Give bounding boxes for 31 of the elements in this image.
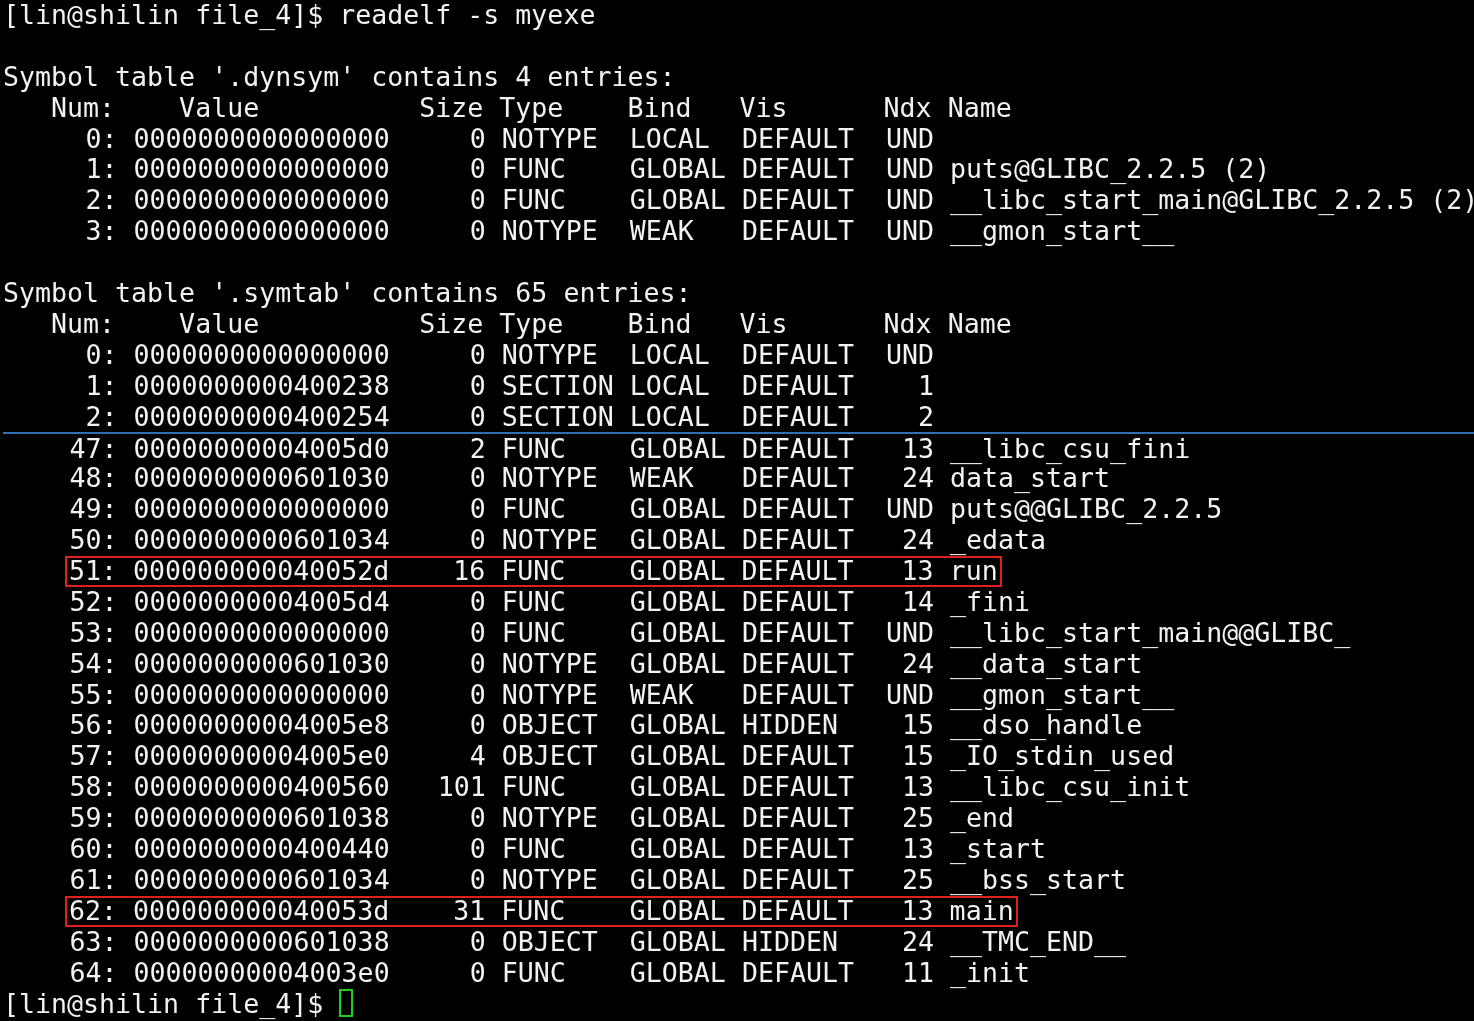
table-row-text: 1: 0000000000000000 0 FUNC GLOBAL DEFAULT UND puts@GLIBC_2.2.5 (2) [84,154,1272,186]
highlighted-row: 51: 000000000040052d 16 FUNC GLOBAL DEFAULT 13 run [64,556,1003,587]
table-row-text: 64: 00000000004003e0 0 FUNC GLOBAL DEFAULT 11 _init [68,957,1031,989]
table-heading: Symbol table '.symtab' contains 65 entries: [3,278,692,309]
table-row-text: 0: 0000000000000000 0 NOTYPE LOCAL DEFAULT UND [84,123,935,155]
table-row-text: 54: 0000000000601030 0 NOTYPE GLOBAL DEFAULT 24 __data_start [68,648,1143,680]
table-row-text: 48: 0000000000601030 0 NOTYPE WEAK DEFAULT 24 data_start [68,463,1111,495]
table-heading: Symbol table '.dynsym' contains 4 entries: [3,61,676,93]
table-row-text: 57: 00000000004005e0 4 OBJECT GLOBAL DEFAULT 15 _IO_stdin_used [68,741,1176,773]
table-row-text: 61: 0000000000601034 0 NOTYPE GLOBAL DEFAULT 25 __bss_start [68,864,1128,896]
table-row-text: 63: 0000000000601038 0 OBJECT GLOBAL HIDDEN 24 __TMC_END__ [68,926,1128,958]
table-row-text: 58: 0000000000400560 101 FUNC GLOBAL DEFAULT 13 __libc_csu_init [68,772,1192,804]
table-row-text: 1: 0000000000400238 0 SECTION LOCAL DEFAULT 1 [84,370,935,402]
table-row-text: 50: 0000000000601034 0 NOTYPE GLOBAL DEFAULT 24 _edata [68,525,1048,557]
command-line: [lin@shilin file_4]$ [3,988,324,1020]
table-row-text: 2: 0000000000400254 0 SECTION LOCAL DEFAULT 2 [84,401,935,433]
table-row-text: 56: 00000000004005e8 0 OBJECT GLOBAL HIDDEN 15 __dso_handle [68,710,1143,742]
command-line: [lin@shilin file_4]$ readelf -s myexe [3,0,596,31]
table-row-text: 47: 00000000004005d0 2 FUNC GLOBAL DEFAULT 13 __libc_csu_fini [68,434,1192,466]
table-row-text: 49: 0000000000000000 0 FUNC GLOBAL DEFAULT UND puts@@GLIBC_2.2.5 [68,494,1224,526]
table-row-text: 3: 0000000000000000 0 NOTYPE WEAK DEFAULT UND __gmon_start__ [84,216,1176,248]
highlighted-row: 62: 000000000040053d 31 FUNC GLOBAL DEFAULT 13 main [64,895,1019,927]
table-row-text: 59: 0000000000601038 0 NOTYPE GLOBAL DEFAULT 25 _end [68,803,1016,835]
column-header: Num: Value Size Type Bind Vis Ndx Name [51,308,1012,340]
table-row-text: 0: 0000000000000000 0 NOTYPE LOCAL DEFAULT UND [84,339,935,371]
table-row-text: 60: 0000000000400440 0 FUNC GLOBAL DEFAULT 13 _start [68,834,1048,865]
table-row-text: 2: 0000000000000000 0 FUNC GLOBAL DEFAULT UND __libc_start_main@GLIBC_2.2.5 (2) [84,185,1474,217]
column-header: Num: Value Size Type Bind Vis Ndx Name [51,92,1012,124]
table-row-text: 53: 0000000000000000 0 FUNC GLOBAL DEFAULT UND __libc_start_main@@GLIBC_ [68,617,1352,649]
table-row-text: 55: 0000000000000000 0 NOTYPE WEAK DEFAULT UND __gmon_start__ [68,679,1176,711]
table-row-text: 52: 00000000004005d4 0 FUNC GLOBAL DEFAULT 14 _fini [68,586,1032,618]
